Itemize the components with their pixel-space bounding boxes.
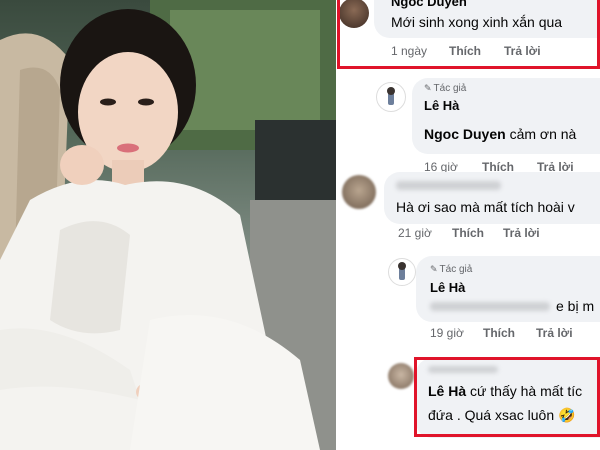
mention[interactable]: Ngoc Duyen (424, 126, 506, 142)
comments-panel: Ngoc Duyen Mới sinh xong xinh xắn qua 1 … (336, 0, 600, 450)
comment-time[interactable]: 19 giờ (430, 326, 464, 340)
post-photo (0, 0, 336, 450)
comment-text: Ngoc Duyen cảm ơn nà (424, 126, 577, 142)
like-button[interactable]: Thích (483, 326, 515, 340)
reply-button[interactable]: Trả lời (536, 326, 573, 340)
comment-time[interactable]: 21 giờ (398, 226, 432, 240)
pencil-icon: ✎ (430, 264, 438, 274)
comment-text: Hà ơi sao mà mất tích hoài v (396, 199, 575, 215)
reply-button[interactable]: Trả lời (503, 226, 540, 240)
avatar[interactable] (342, 175, 376, 209)
photo-illustration (0, 0, 336, 450)
avatar[interactable] (388, 258, 416, 286)
author-badge: ✎ Tác giả (430, 264, 473, 275)
comment-author[interactable]: Lê Hà (424, 98, 459, 113)
author-badge: ✎ Tác giả (424, 83, 467, 94)
comment-text: e bị m (556, 298, 595, 314)
highlight-box-1 (337, 0, 600, 69)
highlight-box-2 (414, 357, 600, 437)
pencil-icon: ✎ (424, 83, 432, 93)
avatar[interactable] (376, 82, 406, 112)
like-button[interactable]: Thích (452, 226, 484, 240)
avatar[interactable] (388, 363, 414, 389)
blurred-mention (430, 302, 550, 311)
comment-author[interactable]: Lê Hà (430, 280, 465, 295)
blurred-author-name (396, 181, 501, 190)
comment-bubble (384, 172, 600, 224)
